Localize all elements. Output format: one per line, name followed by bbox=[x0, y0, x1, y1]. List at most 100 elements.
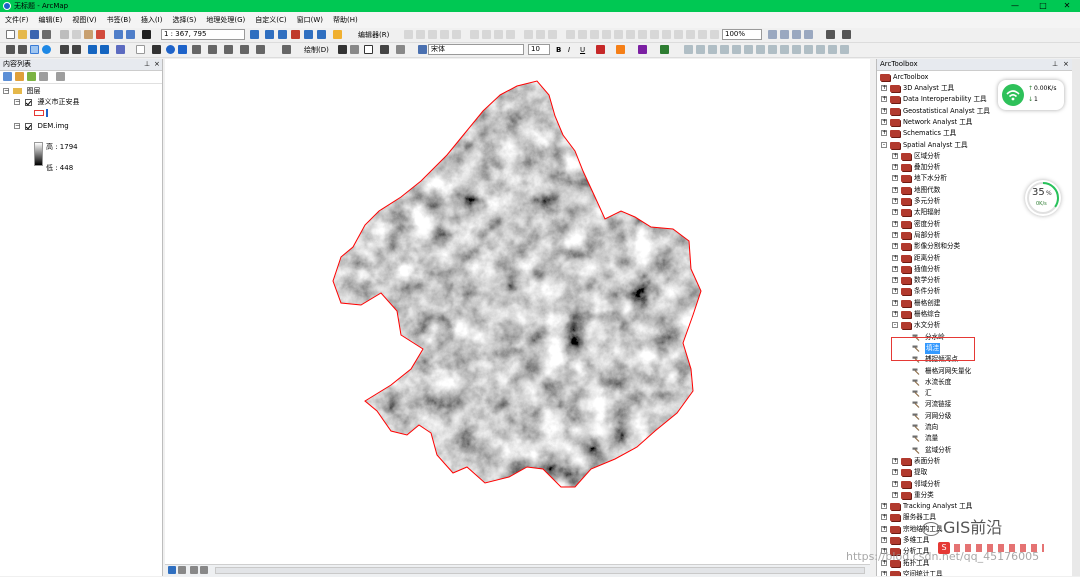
list-by-selection-icon[interactable] bbox=[39, 72, 48, 81]
redo-icon[interactable] bbox=[126, 30, 135, 39]
expand-icon[interactable]: + bbox=[892, 198, 898, 204]
back-extent-layout-icon[interactable] bbox=[650, 30, 659, 39]
open-folder-icon[interactable] bbox=[18, 30, 27, 39]
italic-button[interactable]: I bbox=[568, 43, 570, 57]
expand-icon[interactable]: + bbox=[881, 96, 887, 103]
expand-icon[interactable]: + bbox=[892, 480, 898, 487]
expand-icon[interactable]: + bbox=[892, 277, 898, 284]
menu-selection[interactable]: 选择(S) bbox=[167, 12, 201, 28]
spatial-adjust-icon[interactable] bbox=[842, 30, 851, 39]
list-by-visibility-icon[interactable] bbox=[27, 72, 36, 81]
forward-extent-icon[interactable] bbox=[100, 45, 109, 54]
fill-color-icon[interactable] bbox=[616, 45, 625, 54]
expand-icon[interactable]: + bbox=[892, 152, 898, 159]
rotate-flip-icon[interactable] bbox=[756, 45, 765, 54]
find-icon[interactable] bbox=[224, 45, 233, 54]
expand-icon[interactable]: + bbox=[892, 186, 898, 193]
html-popup-icon[interactable] bbox=[192, 45, 201, 54]
menu-insert[interactable]: 插入(I) bbox=[136, 12, 168, 28]
layout-zoom-out-icon[interactable] bbox=[578, 30, 587, 39]
menu-help[interactable]: 帮助(H) bbox=[328, 12, 363, 28]
draw-menu-label[interactable]: 绘制(D) bbox=[304, 43, 329, 57]
line-color-icon[interactable] bbox=[638, 45, 647, 54]
map-scale-select[interactable]: 1 : 367, 795 bbox=[161, 29, 245, 40]
expand-icon[interactable]: + bbox=[881, 107, 887, 114]
font-name-select[interactable]: 宋体 bbox=[428, 44, 524, 55]
model-builder-icon[interactable] bbox=[317, 30, 326, 39]
fixed-zoom-in-icon[interactable] bbox=[626, 30, 635, 39]
text-icon[interactable] bbox=[380, 45, 389, 54]
expand-icon[interactable]: + bbox=[892, 311, 898, 317]
ime-toolbar[interactable]: S bbox=[938, 542, 1058, 554]
edit-tool-icon[interactable] bbox=[404, 30, 413, 39]
expand-icon[interactable]: + bbox=[881, 118, 887, 125]
horizontal-scrollbar[interactable] bbox=[215, 567, 865, 574]
add-data-icon[interactable] bbox=[142, 30, 151, 39]
editor-menu-label[interactable]: 编辑器(R) bbox=[358, 28, 389, 42]
align-icon[interactable] bbox=[684, 45, 693, 54]
data-view-icon[interactable] bbox=[168, 566, 176, 574]
underline-button[interactable]: U bbox=[580, 43, 585, 57]
menu-bookmarks[interactable]: 书签(B) bbox=[102, 12, 136, 28]
expand-icon[interactable]: + bbox=[892, 243, 898, 250]
expand-icon[interactable]: + bbox=[892, 265, 898, 272]
collapse-icon[interactable]: − bbox=[3, 88, 9, 94]
sketch-tool-icon[interactable] bbox=[416, 30, 425, 39]
save-icon[interactable] bbox=[30, 30, 39, 39]
straight-segment-icon[interactable] bbox=[428, 30, 437, 39]
snapping-icon[interactable] bbox=[768, 45, 777, 54]
collapse-icon[interactable]: - bbox=[892, 322, 898, 329]
zoom-whole-page-icon[interactable] bbox=[602, 30, 611, 39]
expand-icon[interactable]: + bbox=[892, 299, 898, 306]
change-layout-icon[interactable] bbox=[698, 30, 707, 39]
cut-polygon-icon[interactable] bbox=[482, 30, 491, 39]
layout-extra-icon[interactable] bbox=[828, 45, 837, 54]
georef-icon[interactable] bbox=[826, 30, 835, 39]
clear-selection-icon[interactable] bbox=[136, 45, 145, 54]
expand-icon[interactable]: + bbox=[892, 164, 898, 171]
python-window-icon[interactable] bbox=[304, 30, 313, 39]
dem-color-ramp[interactable] bbox=[34, 142, 43, 166]
search-window-icon[interactable] bbox=[333, 30, 342, 39]
expand-icon[interactable]: + bbox=[881, 570, 887, 576]
boundary-symbol-swatch[interactable] bbox=[34, 110, 44, 116]
pin-icon[interactable]: ⊥ bbox=[1052, 59, 1058, 70]
ime-tool-icons[interactable] bbox=[954, 544, 1044, 552]
expand-icon[interactable]: + bbox=[892, 220, 898, 227]
menu-customize[interactable]: 自定义(C) bbox=[250, 12, 291, 28]
delete-icon[interactable] bbox=[96, 30, 105, 39]
trace-icon[interactable] bbox=[440, 30, 449, 39]
font-color-picker-icon[interactable] bbox=[418, 45, 427, 54]
grid-icon[interactable] bbox=[780, 45, 789, 54]
expand-icon[interactable]: + bbox=[892, 469, 898, 476]
pan-icon[interactable] bbox=[30, 45, 39, 54]
select-elements-icon[interactable] bbox=[152, 45, 161, 54]
create-features-icon[interactable] bbox=[548, 30, 557, 39]
expand-icon[interactable]: + bbox=[881, 514, 887, 521]
layout-toolbar-extra2-icon[interactable] bbox=[780, 30, 789, 39]
point-icon[interactable] bbox=[452, 30, 461, 39]
focus-data-frame-icon[interactable] bbox=[686, 30, 695, 39]
expand-icon[interactable]: + bbox=[881, 503, 887, 510]
dem-raster-map[interactable] bbox=[165, 59, 870, 564]
menu-windows[interactable]: 窗口(W) bbox=[292, 12, 328, 28]
menu-view[interactable]: 视图(V) bbox=[67, 12, 101, 28]
menu-file[interactable]: 文件(F) bbox=[0, 12, 34, 28]
undo-icon[interactable] bbox=[114, 30, 123, 39]
menu-edit[interactable]: 编辑(E) bbox=[34, 12, 68, 28]
layer-row-boundary[interactable]: − 遵义市正安县 bbox=[14, 97, 79, 107]
toc-close-icon[interactable]: × bbox=[154, 59, 160, 70]
arctoolbox-icon[interactable] bbox=[291, 30, 300, 39]
expand-icon[interactable]: + bbox=[892, 175, 898, 182]
attributes-icon[interactable] bbox=[524, 30, 533, 39]
map-display[interactable] bbox=[165, 59, 870, 564]
ruler-icon[interactable] bbox=[804, 45, 813, 54]
nudge-icon[interactable] bbox=[744, 45, 753, 54]
expand-icon[interactable]: + bbox=[881, 130, 887, 137]
marker-color-icon[interactable] bbox=[660, 45, 669, 54]
font-size-select[interactable]: 10 bbox=[528, 44, 550, 55]
identify-icon[interactable] bbox=[166, 45, 175, 54]
layout-zoom-in-icon[interactable] bbox=[566, 30, 575, 39]
menu-geoprocessing[interactable]: 地理处理(G) bbox=[201, 12, 250, 28]
toggle-draft-icon[interactable] bbox=[674, 30, 683, 39]
